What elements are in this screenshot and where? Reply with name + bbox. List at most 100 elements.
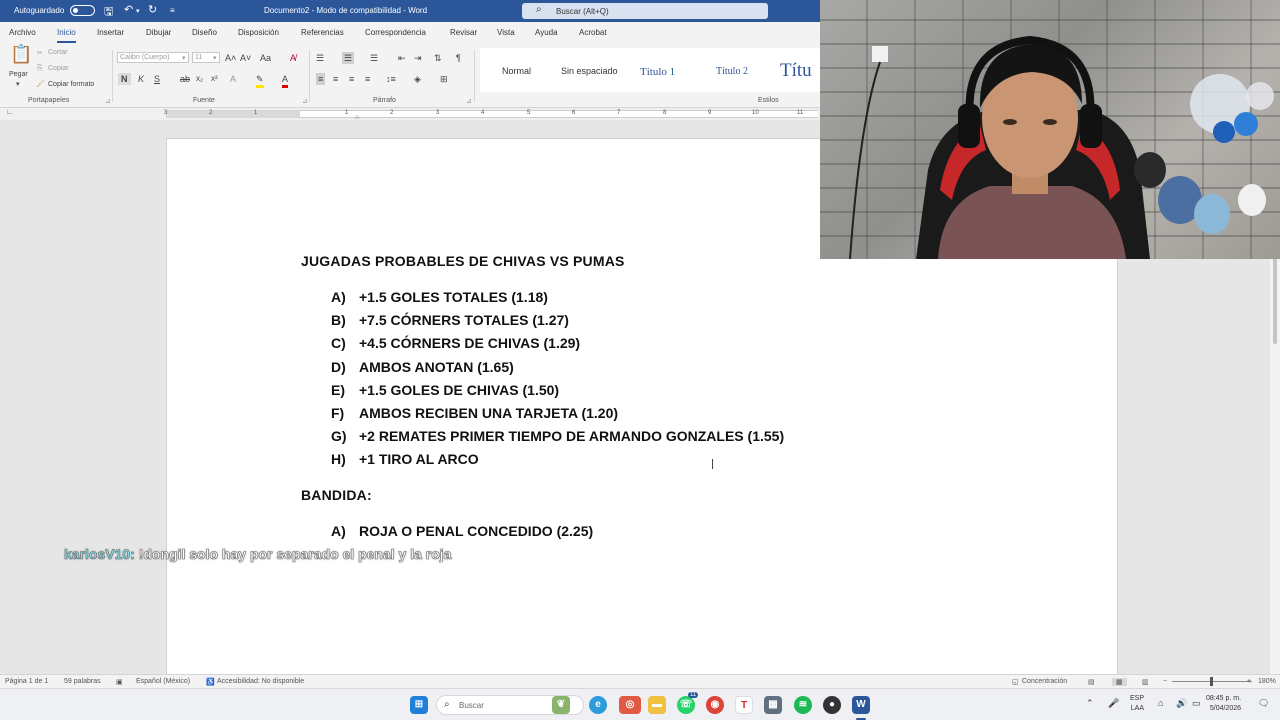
borders-icon[interactable]: ⊞ [440, 73, 448, 85]
chevron-up-icon[interactable]: ⌃ [1086, 698, 1094, 708]
tab-vista[interactable]: Vista [497, 28, 515, 37]
proofing-icon[interactable]: ▣ [116, 678, 123, 686]
copy-button[interactable]: Copiar [48, 65, 69, 72]
tab-disposicion[interactable]: Disposición [238, 28, 279, 37]
tab-diseno[interactable]: Diseño [192, 28, 217, 37]
tab-insertar[interactable]: Insertar [97, 28, 124, 37]
search-box[interactable]: ⌕ Buscar (Alt+Q) [522, 3, 768, 19]
copy-icon[interactable]: ⎘ [37, 65, 43, 73]
clipboard-launcher-icon[interactable]: ⊿ [105, 97, 111, 105]
zoom-out-icon[interactable]: − [1163, 678, 1167, 685]
style-sin-espaciado[interactable]: Sin espaciado [561, 66, 618, 76]
page-count[interactable]: Página 1 de 1 [5, 678, 48, 685]
align-center-icon[interactable]: ≡ [333, 73, 338, 85]
numbering-icon[interactable]: ☰ [342, 52, 355, 64]
tab-inicio[interactable]: Inicio [57, 28, 76, 43]
accessibility-status[interactable]: Accesibilidad: No disponible [217, 678, 304, 685]
file-explorer-icon[interactable]: ▬ [648, 696, 666, 714]
volume-icon[interactable]: 🔊 [1176, 698, 1187, 708]
language-switcher[interactable]: ESP LAA [1130, 694, 1144, 714]
tab-dibujar[interactable]: Dibujar [146, 28, 171, 37]
battery-icon[interactable]: ▭ [1192, 698, 1201, 708]
font-launcher-icon[interactable]: ⊿ [302, 97, 308, 105]
cut-icon[interactable]: ✂ [37, 49, 43, 57]
format-painter-icon[interactable]: 🖌 [36, 80, 45, 88]
tab-correspondencia[interactable]: Correspondencia [365, 28, 426, 37]
font-size-dropdown[interactable]: 11 ▾ [192, 52, 220, 63]
bold-icon[interactable]: N [118, 73, 131, 85]
whatsapp-icon[interactable]: ☏ [677, 696, 695, 714]
highlight-icon[interactable]: ✎ [256, 73, 264, 88]
paste-button[interactable]: Pegar [9, 71, 28, 78]
tab-archivo[interactable]: Archivo [9, 28, 36, 37]
zoom-in-icon[interactable]: + [1247, 678, 1251, 685]
shrink-font-icon[interactable]: A˅ [240, 52, 251, 64]
superscript-icon[interactable]: x² [211, 73, 218, 85]
redo-icon[interactable]: ↻ [148, 3, 157, 16]
language-indicator[interactable]: Español (México) [136, 678, 190, 685]
windows-start-icon[interactable]: ⊞ [410, 696, 428, 714]
chrome-icon[interactable]: ◉ [706, 696, 724, 714]
undo-icon[interactable]: ↶ [124, 3, 133, 16]
justify-icon[interactable]: ≡ [365, 73, 370, 85]
paste-dropdown-icon[interactable]: ▾ [16, 80, 20, 88]
paste-icon[interactable]: 📋 [10, 45, 32, 63]
save-icon[interactable]: 🖫 [104, 3, 113, 22]
bullets-icon[interactable]: ☰ [316, 52, 324, 64]
tab-revisar[interactable]: Revisar [450, 28, 477, 37]
paragraph-launcher-icon[interactable]: ⊿ [466, 97, 472, 105]
shading-icon[interactable]: ◈ [414, 73, 421, 85]
sort-icon[interactable]: ⇅ [434, 52, 442, 64]
align-right-icon[interactable]: ≡ [349, 73, 354, 85]
zoom-slider-thumb[interactable] [1210, 677, 1213, 686]
edge-icon[interactable]: e [589, 696, 607, 714]
strikethrough-icon[interactable]: ab [180, 73, 190, 85]
text-effects-icon[interactable]: A [230, 73, 236, 85]
line-spacing-icon[interactable]: ↕≡ [386, 73, 396, 85]
spotify-icon[interactable]: ≋ [794, 696, 812, 714]
autosave-toggle[interactable] [70, 5, 95, 16]
cut-button[interactable]: Cortar [48, 49, 67, 56]
notifications-icon[interactable]: 🗨 [1258, 698, 1269, 708]
customize-qat-icon[interactable]: ≡ [170, 6, 175, 15]
style-normal[interactable]: Normal [502, 66, 531, 76]
network-icon[interactable]: ⌂ [1158, 698, 1163, 708]
style-titulo-1[interactable]: Título 1 [640, 66, 675, 78]
font-name-dropdown[interactable]: Calibri (Cuerpo) ▾ [117, 52, 189, 63]
increase-indent-icon[interactable]: ⇥ [414, 52, 422, 64]
subscript-icon[interactable]: x₂ [196, 73, 203, 85]
underline-icon[interactable]: S [154, 73, 160, 85]
web-layout-icon[interactable]: ▥ [1142, 678, 1149, 686]
font-color-icon[interactable]: A [282, 73, 289, 88]
zoom-level[interactable]: 180% [1258, 678, 1276, 685]
grow-font-icon[interactable]: A˄ [225, 52, 236, 64]
show-marks-icon[interactable]: ¶ [456, 52, 461, 64]
microphone-icon[interactable]: 🎤 [1108, 698, 1119, 708]
tab-acrobat[interactable]: Acrobat [579, 28, 607, 37]
format-painter-button[interactable]: Copiar formato [48, 81, 94, 88]
clock[interactable]: 08:45 p. m. 5/04/2026 [1206, 694, 1241, 714]
decrease-indent-icon[interactable]: ⇤ [398, 52, 406, 64]
italic-icon[interactable]: K [138, 73, 144, 85]
word-count[interactable]: 59 palabras [64, 678, 101, 685]
word-icon[interactable]: W [852, 696, 870, 714]
print-layout-icon[interactable]: ▦ [1112, 678, 1127, 686]
multilevel-list-icon[interactable]: ☰ [370, 52, 378, 64]
focus-mode[interactable]: Concentración [1022, 678, 1067, 685]
widget-icon[interactable]: ❦ [552, 696, 570, 714]
undo-dropdown-icon[interactable]: ▾ [136, 7, 140, 15]
change-case-icon[interactable]: Aa [260, 52, 271, 64]
tab-selector-icon[interactable]: ∟ [6, 109, 13, 116]
style-titulo-2[interactable]: Título 2 [716, 66, 748, 77]
clear-formatting-icon[interactable]: A̸ [290, 52, 296, 64]
tab-referencias[interactable]: Referencias [301, 28, 344, 37]
text-editor-icon[interactable]: T [735, 696, 753, 714]
focus-icon[interactable]: ◱ [1012, 678, 1019, 686]
media-app-icon[interactable]: ● [823, 696, 841, 714]
read-mode-icon[interactable]: ▤ [1088, 678, 1095, 686]
align-left-icon[interactable]: ≡ [316, 73, 326, 85]
calculator-icon[interactable]: ▦ [764, 696, 782, 714]
style-titulo[interactable]: Títu [780, 60, 812, 82]
tab-ayuda[interactable]: Ayuda [535, 28, 558, 37]
obs-icon[interactable]: ◎ [619, 696, 641, 714]
